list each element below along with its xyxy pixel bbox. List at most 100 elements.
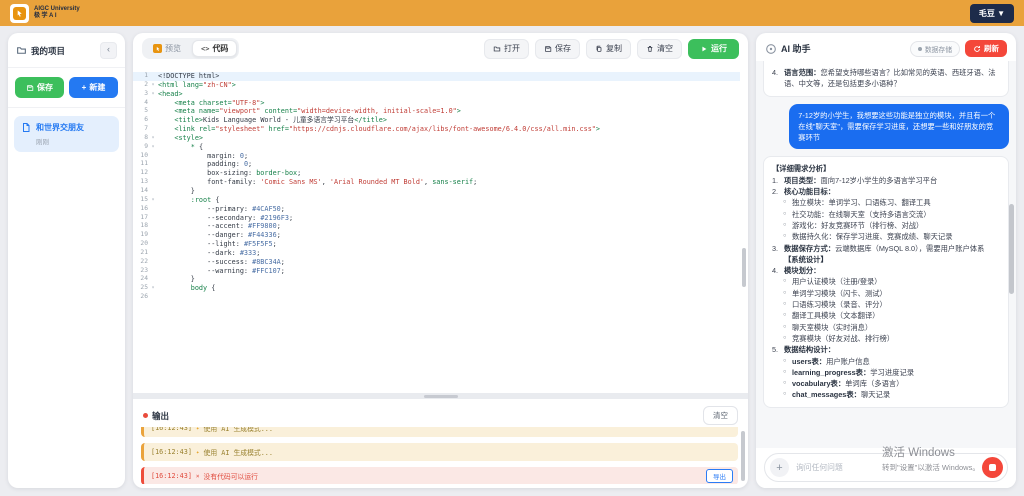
code-line: 10 margin: 0;: [133, 152, 740, 161]
project-item[interactable]: 和世界交朋友 刚刚: [14, 116, 119, 152]
assistant-icon: [765, 43, 777, 55]
data-storage-badge[interactable]: 数据存储: [910, 41, 960, 57]
ai-message: 4.语言范围：您希望支持哪些语言？比如常见的英语、西班牙语、法语、中文等，还是包…: [763, 61, 1009, 97]
chat-scrollbar[interactable]: [1009, 204, 1014, 294]
run-icon: [700, 45, 708, 53]
code-line: 15▾ :root {: [133, 196, 740, 205]
brand-logo[interactable]: AIGC University 极学AI: [10, 4, 80, 23]
refresh-button[interactable]: 刷新: [965, 40, 1007, 57]
output-clear-button[interactable]: 清空: [703, 406, 738, 425]
refresh-icon: [973, 45, 981, 53]
code-line: 21 --dark: #333;: [133, 249, 740, 258]
code-line: 26: [133, 293, 740, 302]
collapse-sidebar-button[interactable]: ‹: [100, 42, 117, 59]
output-log-list: [16:12:43]✦使用 AI 生成模式... [16:12:43]✦使用 AI…: [141, 427, 738, 484]
log-entry: [16:12:43]✦使用 AI 生成模式...: [141, 443, 738, 461]
stop-button[interactable]: [982, 457, 1003, 478]
plus-icon: +: [82, 83, 87, 92]
attach-button[interactable]: +: [770, 458, 789, 477]
code-line: 17 --secondary: #2196F3;: [133, 214, 740, 223]
code-line: 12 box-sizing: border-box;: [133, 169, 740, 178]
save-button[interactable]: 保存: [535, 39, 580, 59]
code-editor[interactable]: 1<!DOCTYPE html>2▾<html lang="zh-CN">3▾<…: [133, 63, 740, 402]
log-entry: [16:12:43]✦使用 AI 生成模式...: [141, 427, 738, 437]
project-name: 和世界交朋友: [36, 122, 84, 133]
save-icon: [544, 45, 552, 53]
run-button[interactable]: 运行: [688, 39, 739, 59]
error-icon: ×: [196, 473, 200, 480]
folder-icon: [16, 45, 27, 56]
status-dot-icon: [918, 47, 922, 51]
ai-title: AI 助手: [781, 42, 811, 55]
stop-icon: [989, 464, 996, 471]
ai-assistant-panel: AI 助手 数据存储 刷新 4.语言范围：您希望支持哪些语言？比如常见的英语、西…: [756, 33, 1016, 488]
brand-name: AIGC University: [34, 6, 80, 13]
export-button[interactable]: 导出: [706, 469, 733, 483]
tab-preview[interactable]: 预览: [144, 40, 190, 57]
clear-button[interactable]: 清空: [637, 39, 682, 59]
editor-toolbar: 预览 <> 代码 打开保存复制清空运行: [133, 33, 748, 63]
brand-subname: 极学AI: [34, 13, 80, 20]
sidebar-header: 我的项目 ‹: [8, 33, 125, 68]
output-header: 输出 清空: [133, 399, 748, 429]
sparkle-icon: ✦: [196, 449, 200, 456]
editor-actions: 打开保存复制清空运行: [484, 39, 739, 59]
code-line: 18 --accent: #FF9800;: [133, 222, 740, 231]
open-button[interactable]: 打开: [484, 39, 529, 59]
output-panel: 输出 清空 [16:12:43]✦使用 AI 生成模式...[16:12:43]…: [133, 399, 748, 488]
code-line: 7 <link rel="stylesheet" href="https://c…: [133, 125, 740, 134]
copy-icon: [595, 45, 603, 53]
open-icon: [493, 45, 501, 53]
ai-message: 【详细需求分析】1.项目类型：面向7-12岁小学生的多语言学习平台2.核心功能目…: [763, 156, 1009, 407]
user-message: 7-12岁的小学生，我想要这些功能是独立的模块，并且有一个在线"聊天室"，需要保…: [789, 104, 1009, 150]
project-time: 刚刚: [36, 136, 84, 146]
code-line: 8▾ <style>: [133, 134, 740, 143]
cursor-icon: [15, 9, 24, 18]
user-menu-button[interactable]: 毛豆 ▼: [970, 4, 1014, 23]
code-line: 9▾ * {: [133, 143, 740, 152]
code-line: 19 --danger: #F44336;: [133, 231, 740, 240]
code-line: 11 padding: 0;: [133, 160, 740, 169]
code-line: 2▾<html lang="zh-CN">: [133, 81, 740, 90]
chat-history[interactable]: 4.语言范围：您希望支持哪些语言？比如常见的英语、西班牙语、法语、中文等，还是包…: [756, 61, 1016, 448]
save-icon: [26, 84, 34, 92]
tab-code[interactable]: <> 代码: [192, 40, 237, 57]
copy-button[interactable]: 复制: [586, 39, 631, 59]
code-line: 25▾ body {: [133, 284, 740, 293]
sparkle-icon: ✦: [196, 427, 200, 432]
save-project-button[interactable]: 保存: [15, 77, 64, 98]
code-line: 23 --warning: #FFC107;: [133, 267, 740, 276]
code-line: 14 }: [133, 187, 740, 196]
chat-input[interactable]: + 询问任何问题: [764, 453, 1008, 482]
preview-tab-icon: [153, 44, 162, 53]
chat-input-bar: + 询问任何问题: [756, 448, 1016, 488]
view-tabs: 预览 <> 代码: [142, 38, 239, 59]
splitter-grip: [424, 395, 458, 398]
log-entry: [16:12:43]×没有代码可以运行导出: [141, 467, 738, 484]
code-line: 3▾<head>: [133, 90, 740, 99]
chat-input-placeholder: 询问任何问题: [796, 462, 843, 473]
sidebar-actions: 保存 + 新建: [8, 68, 125, 108]
output-scrollbar[interactable]: [741, 431, 745, 481]
code-line: 1<!DOCTYPE html>: [133, 72, 740, 81]
projects-sidebar: 我的项目 ‹ 保存 + 新建 和世界交朋友 刚刚: [8, 33, 125, 488]
editor-panel: 预览 <> 代码 打开保存复制清空运行 1<!DOCTYPE html>2▾<h…: [133, 33, 748, 488]
code-line: 6 <title>Kids Language World - 儿童多语言学习平台…: [133, 116, 740, 125]
editor-scrollbar[interactable]: [742, 248, 746, 287]
topbar: AIGC University 极学AI 毛豆 ▼: [0, 0, 1024, 26]
code-line: 13 font-family: 'Comic Sans MS', 'Arial …: [133, 178, 740, 187]
code-icon: <>: [201, 45, 209, 53]
new-project-button[interactable]: + 新建: [69, 77, 118, 98]
code-line: 5 <meta name="viewport" content="width=d…: [133, 107, 740, 116]
code-line: 16 --primary: #4CAF50;: [133, 205, 740, 214]
code-line: 4 <meta charset="UTF-8">: [133, 99, 740, 108]
code-line: 24 }: [133, 275, 740, 284]
file-icon: [21, 122, 31, 133]
output-title: 输出: [152, 410, 169, 422]
output-status-dot: [143, 413, 148, 418]
brand-logo-icon: [10, 4, 29, 23]
code-line: 22 --success: #8BC34A;: [133, 258, 740, 267]
code-line: 20 --light: #F5F5F5;: [133, 240, 740, 249]
clear-icon: [646, 45, 654, 53]
sidebar-title: 我的项目: [31, 45, 65, 57]
